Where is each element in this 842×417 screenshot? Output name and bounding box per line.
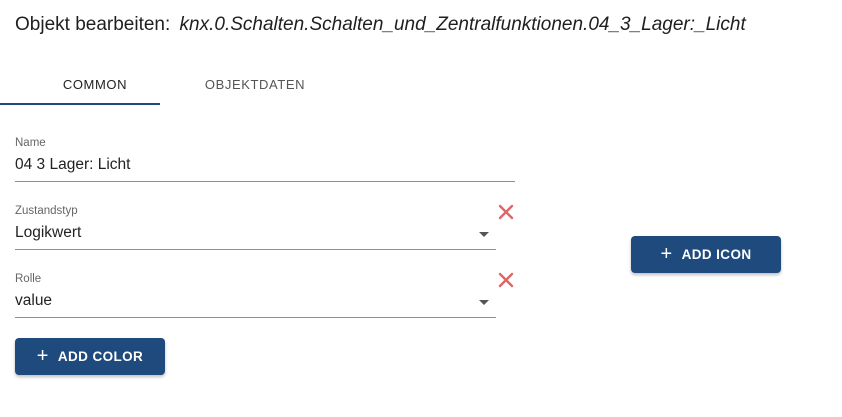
close-icon[interactable] bbox=[496, 270, 516, 290]
add-icon-button[interactable]: + ADD ICON bbox=[631, 236, 781, 273]
tab-common[interactable]: COMMON bbox=[15, 62, 175, 106]
rolle-label: Rolle bbox=[15, 273, 42, 285]
active-tab-indicator bbox=[0, 103, 160, 105]
name-field[interactable]: Name 04 3 Lager: Licht bbox=[15, 137, 515, 183]
name-input[interactable]: 04 3 Lager: Licht bbox=[15, 156, 515, 174]
object-id: knx.0.Schalten.Schalten_und_Zentralfunkt… bbox=[179, 14, 746, 35]
zustandstyp-underline bbox=[15, 249, 496, 250]
chevron-down-icon[interactable] bbox=[479, 300, 489, 305]
tab-objektdaten[interactable]: OBJEKTDATEN bbox=[175, 62, 335, 106]
plus-icon: + bbox=[36, 344, 49, 367]
plus-icon: + bbox=[660, 242, 673, 265]
zustandstyp-value[interactable]: Logikwert bbox=[15, 224, 496, 242]
name-underline bbox=[15, 181, 515, 182]
zustandstyp-select[interactable]: Zustandstyp Logikwert bbox=[15, 205, 496, 251]
chevron-down-icon[interactable] bbox=[479, 232, 489, 237]
name-label: Name bbox=[15, 137, 46, 149]
add-icon-label: ADD ICON bbox=[681, 247, 752, 262]
tab-bar: COMMON OBJEKTDATEN bbox=[15, 62, 345, 106]
rolle-value[interactable]: value bbox=[15, 292, 496, 310]
add-color-label: ADD COLOR bbox=[57, 349, 144, 364]
page-title: Objekt bearbeiten: knx.0.Schalten.Schalt… bbox=[15, 14, 746, 36]
rolle-select[interactable]: Rolle value bbox=[15, 273, 496, 319]
title-prefix: Objekt bearbeiten: bbox=[15, 14, 171, 35]
close-icon[interactable] bbox=[496, 202, 516, 222]
add-color-button[interactable]: + ADD COLOR bbox=[15, 338, 165, 375]
rolle-underline bbox=[15, 317, 496, 318]
zustandstyp-label: Zustandstyp bbox=[15, 205, 78, 217]
